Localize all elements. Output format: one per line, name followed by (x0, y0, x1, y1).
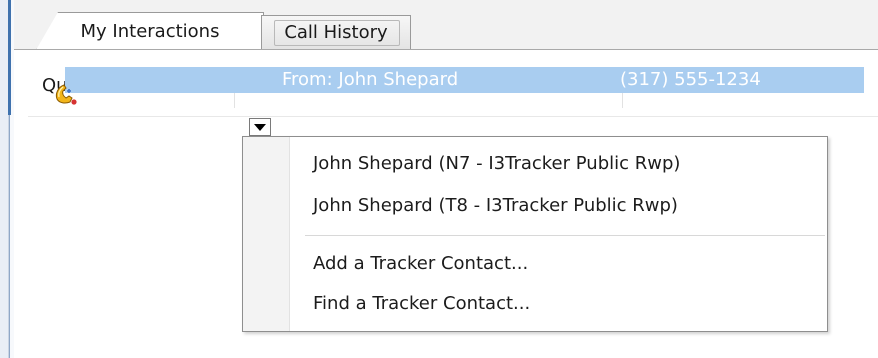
tab-my-interactions[interactable]: My Interactions (36, 12, 264, 50)
menu-item-contact-n7[interactable]: John Shepard (N7 - I3Tracker Public Rwp) (243, 147, 827, 181)
menu-item-contact-t8[interactable]: John Shepard (T8 - I3Tracker Public Rwp) (243, 189, 827, 223)
tab-call-history[interactable]: Call History (261, 15, 411, 50)
row-number: (317) 555-1234 (620, 69, 761, 90)
menu-separator (305, 235, 825, 236)
tab-strip: My Interactions Call History (14, 0, 878, 50)
tab-call-history-label: Call History (284, 22, 388, 43)
menu-item-label: Add a Tracker Contact... (313, 253, 529, 274)
edge-accent (8, 0, 11, 115)
menu-item-label: Find a Tracker Contact... (313, 293, 531, 314)
header-divider (28, 116, 878, 117)
tab-my-interactions-label: My Interactions (80, 21, 220, 42)
row-name: From: John Shepard (282, 69, 459, 90)
menu-item-find-contact[interactable]: Find a Tracker Contact... (243, 287, 827, 321)
window-left-edge (0, 0, 14, 358)
menu-item-label: John Shepard (T8 - I3Tracker Public Rwp) (313, 195, 678, 216)
menu-item-label: John Shepard (N7 - I3Tracker Public Rwp) (313, 153, 681, 174)
menu-item-add-contact[interactable]: Add a Tracker Contact... (243, 247, 827, 281)
contact-context-menu: John Shepard (N7 - I3Tracker Public Rwp)… (242, 136, 828, 332)
table-row[interactable]: From: John Shepard (317) 555-1234 (65, 67, 864, 93)
phone-call-icon (54, 84, 78, 106)
name-dropdown-button[interactable] (249, 118, 271, 136)
